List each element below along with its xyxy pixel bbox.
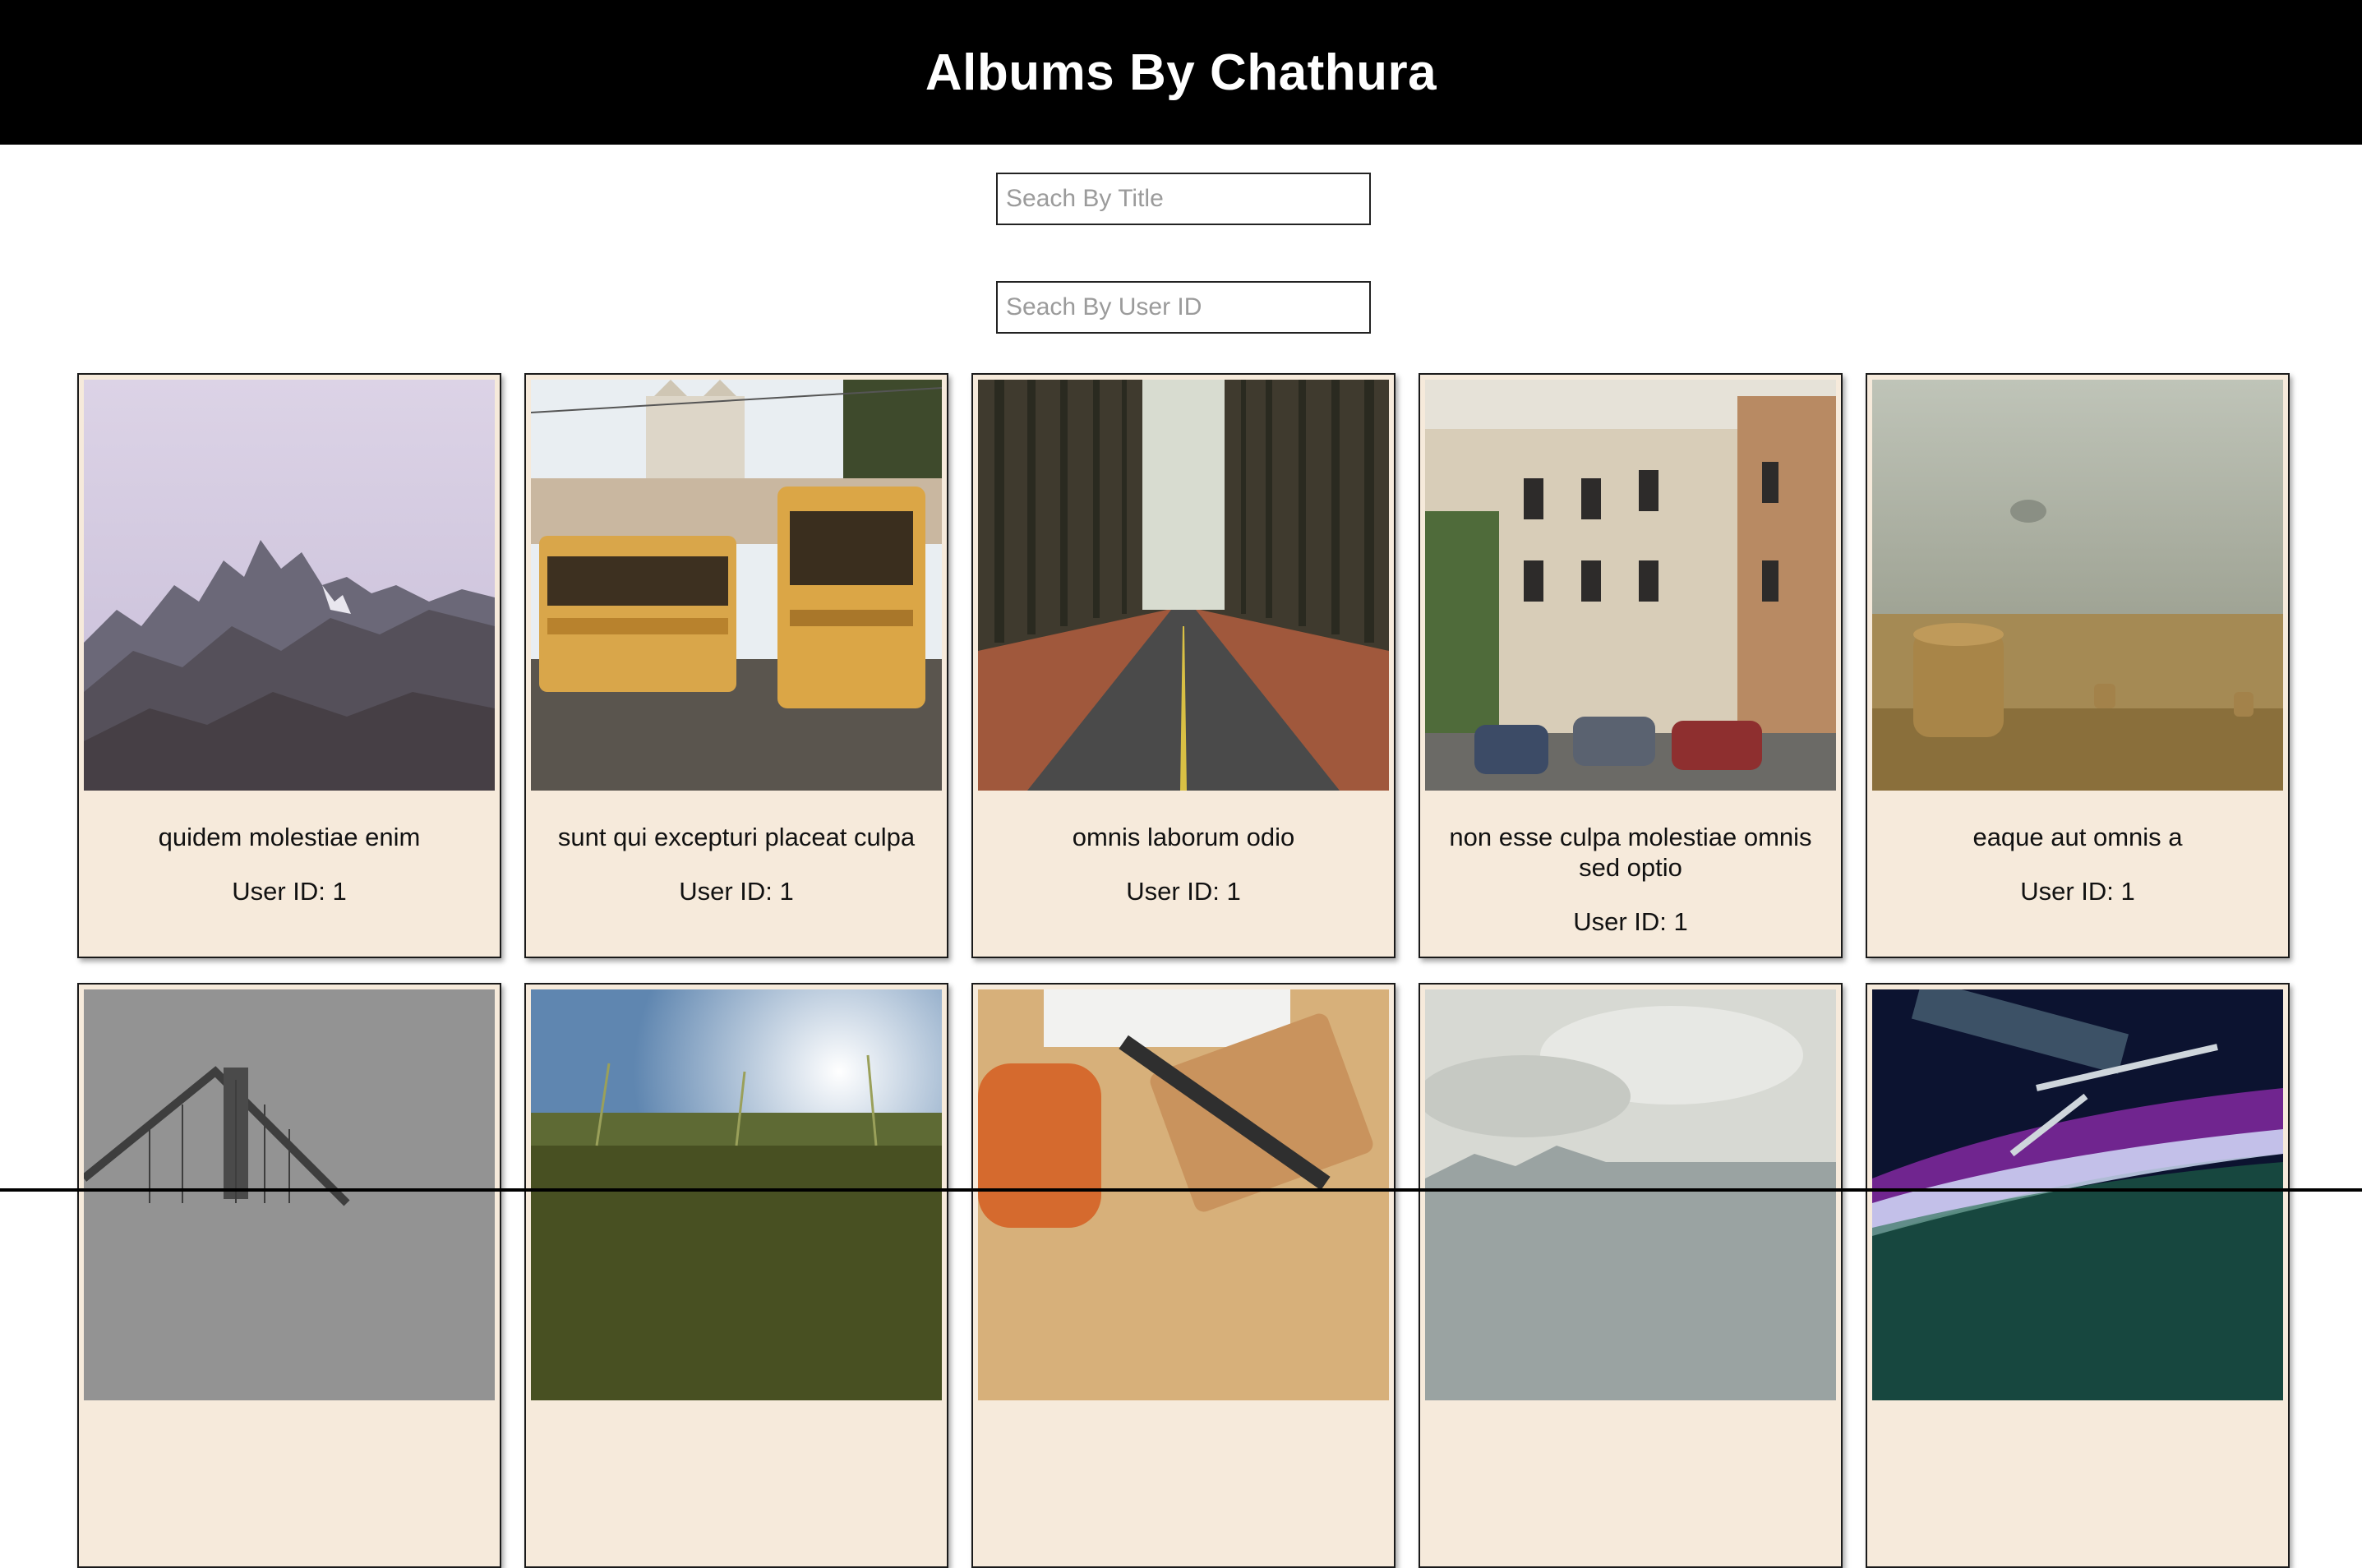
album-card[interactable]: eaque aut omnis a User ID: 1 — [1866, 373, 2290, 958]
app-header: Albums By Chathura — [0, 0, 2362, 145]
hay-bales-fog-image — [1872, 380, 2283, 791]
space-station-aurora-image — [1872, 989, 2283, 1400]
album-grid: quidem molestiae enim User ID: 1 sunt qu… — [77, 373, 2290, 1568]
search-by-title-input[interactable] — [996, 173, 1371, 225]
album-card[interactable] — [1419, 983, 1843, 1568]
album-thumbnail — [1425, 380, 1836, 791]
album-thumbnail — [978, 380, 1389, 791]
album-user-id: User ID: 1 — [1126, 877, 1241, 906]
album-user-id: User ID: 1 — [679, 877, 794, 906]
album-title: sunt qui excepturi placeat culpa — [557, 823, 916, 851]
yellow-trams-image — [531, 380, 942, 791]
album-thumbnail — [1872, 380, 2283, 791]
forest-road-image — [978, 380, 1389, 791]
album-thumbnail — [531, 989, 942, 1400]
album-card[interactable]: sunt qui excepturi placeat culpa User ID… — [524, 373, 948, 958]
album-thumbnail — [84, 989, 495, 1400]
album-thumbnail — [1425, 989, 1836, 1400]
album-user-id: User ID: 1 — [232, 877, 347, 906]
album-card[interactable] — [1866, 983, 2290, 1568]
desk-notebook-image — [978, 989, 1389, 1400]
album-user-id: User ID: 1 — [1573, 907, 1688, 936]
cloudy-mountains-image — [1425, 989, 1836, 1400]
grass-sunlight-image — [531, 989, 942, 1400]
album-title: omnis laborum odio — [1072, 823, 1295, 851]
album-card[interactable]: quidem molestiae enim User ID: 1 — [77, 373, 501, 958]
album-thumbnail — [1872, 989, 2283, 1400]
album-card[interactable] — [524, 983, 948, 1568]
bridge-over-water-image — [84, 989, 495, 1400]
search-by-user-id-input[interactable] — [996, 281, 1371, 334]
album-title: quidem molestiae enim — [158, 823, 421, 851]
album-thumbnail — [84, 380, 495, 791]
album-card[interactable]: non esse culpa molestiae omnis sed optio… — [1419, 373, 1843, 958]
album-card[interactable]: omnis laborum odio User ID: 1 — [971, 373, 1396, 958]
album-card[interactable] — [971, 983, 1396, 1568]
album-card[interactable] — [77, 983, 501, 1568]
album-title: non esse culpa molestiae omnis sed optio — [1449, 823, 1812, 882]
old-street-buildings-image — [1425, 380, 1836, 791]
page-title: Albums By Chathura — [925, 44, 1437, 101]
mountain-peaks-image — [84, 380, 495, 791]
album-thumbnail — [978, 989, 1389, 1400]
window-bottom-edge — [0, 1188, 2362, 1192]
album-title: eaque aut omnis a — [1972, 823, 2183, 851]
album-user-id: User ID: 1 — [2020, 877, 2135, 906]
album-thumbnail — [531, 380, 942, 791]
